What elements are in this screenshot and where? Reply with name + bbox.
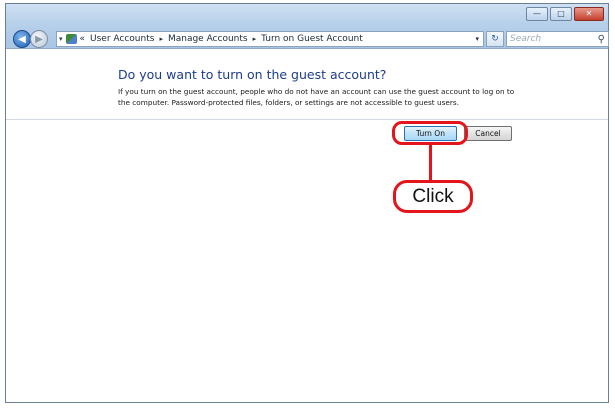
refresh-button[interactable]: ↻ <box>486 31 504 47</box>
breadcrumb-turn-on-guest-account[interactable]: Turn on Guest Account <box>261 34 363 44</box>
highlight-ring <box>392 121 468 145</box>
recent-pages-dropdown-icon[interactable]: ▾ <box>59 35 63 43</box>
back-arrow-icon: ◀ <box>18 33 26 45</box>
divider <box>6 119 608 120</box>
user-accounts-icon <box>65 34 77 44</box>
address-bar[interactable]: ▾ « User Accounts ▸ Manage Accounts ▸ Tu… <box>56 31 484 47</box>
callout-label: Click <box>412 185 454 207</box>
title-bar: — □ ✕ ◀ ▶ ▾ « User Accounts ▸ Manage Acc… <box>6 4 609 49</box>
breadcrumb-separator-icon[interactable]: ▸ <box>253 35 257 43</box>
page-title: Do you want to turn on the guest account… <box>118 67 387 82</box>
breadcrumb-overflow-icon[interactable]: « <box>80 34 86 44</box>
back-button[interactable]: ◀ <box>13 30 31 48</box>
minimize-button[interactable]: — <box>526 7 548 21</box>
cancel-button[interactable]: Cancel <box>464 126 512 141</box>
control-panel-window: — □ ✕ ◀ ▶ ▾ « User Accounts ▸ Manage Acc… <box>5 3 609 403</box>
address-dropdown-icon[interactable]: ▾ <box>475 35 479 43</box>
caption-buttons: — □ ✕ <box>526 7 604 21</box>
maximize-button[interactable]: □ <box>550 7 572 21</box>
forward-button[interactable]: ▶ <box>30 30 48 48</box>
breadcrumb-manage-accounts[interactable]: Manage Accounts <box>168 34 248 44</box>
search-input[interactable]: Search ⚲ <box>506 31 609 47</box>
breadcrumb-user-accounts[interactable]: User Accounts <box>90 34 154 44</box>
forward-arrow-icon: ▶ <box>35 33 43 45</box>
breadcrumb-separator-icon[interactable]: ▸ <box>159 35 163 43</box>
search-icon[interactable]: ⚲ <box>598 34 605 45</box>
click-callout: Click <box>393 180 473 213</box>
description-text: If you turn on the guest account, people… <box>118 87 515 107</box>
callout-connector <box>429 145 432 181</box>
close-button[interactable]: ✕ <box>574 7 604 21</box>
search-placeholder: Search <box>510 34 542 44</box>
refresh-icon: ↻ <box>491 34 499 44</box>
